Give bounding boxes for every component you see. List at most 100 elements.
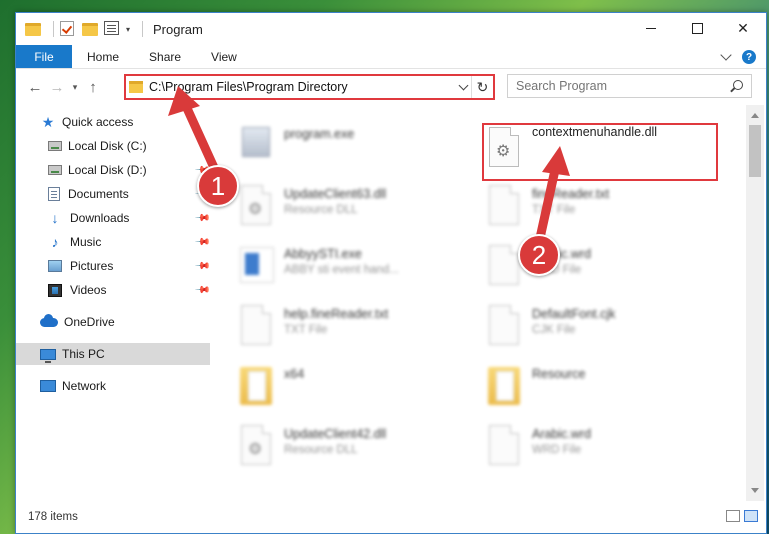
sidebar-item-videos[interactable]: Videos 📌	[16, 279, 210, 301]
recent-locations-chevron-icon[interactable]: ▾	[68, 76, 82, 98]
drive-icon	[48, 165, 62, 175]
up-arrow-icon[interactable]: ↑	[82, 76, 104, 98]
pc-icon	[40, 348, 56, 363]
search-input[interactable]	[516, 79, 716, 93]
sidebar-item-label: OneDrive	[64, 315, 115, 329]
folder-icon	[25, 21, 41, 37]
item-count: 178 items	[28, 511, 78, 523]
sidebar-item-quick-access[interactable]: ★ Quick access	[16, 111, 210, 133]
details-view-icon[interactable]	[726, 510, 740, 522]
file-item[interactable]: program.exe	[238, 123, 354, 169]
sidebar-item-onedrive[interactable]: OneDrive	[16, 311, 210, 333]
toolbar-separator	[53, 21, 54, 37]
tab-file[interactable]: File	[16, 45, 72, 68]
tab-view[interactable]: View	[196, 45, 252, 68]
back-arrow-icon[interactable]: ←	[24, 76, 46, 98]
new-folder-icon[interactable]	[82, 21, 98, 37]
sidebar-item-documents[interactable]: Documents 📌	[16, 183, 210, 205]
file-name: fineReader.txt	[532, 187, 610, 201]
file-list: program.exe contextmenuhandle.dll Update…	[212, 105, 744, 500]
customize-toolbar-dropdown-icon[interactable]: ▾	[126, 25, 130, 34]
pin-icon[interactable]: 📌	[193, 234, 210, 251]
document-icon	[486, 183, 522, 229]
maximize-button[interactable]	[674, 13, 720, 43]
title-bar: ▾ Program ✕	[16, 13, 766, 45]
scroll-up-icon[interactable]	[751, 113, 759, 118]
help-icon[interactable]: ?	[742, 50, 756, 64]
expand-ribbon-chevron-icon[interactable]	[720, 49, 732, 61]
sidebar-item-label: Downloads	[70, 211, 130, 225]
file-type: TXT File	[532, 204, 576, 216]
search-icon[interactable]	[733, 80, 743, 90]
properties-icon[interactable]	[104, 21, 120, 37]
search-box[interactable]	[507, 74, 752, 98]
quick-access-toolbar: ▾ Program	[16, 21, 203, 37]
sidebar-item-label: Pictures	[70, 259, 114, 273]
sidebar-item-label: Network	[62, 379, 107, 393]
file-item[interactable]: x64	[238, 363, 304, 409]
sidebar-item-label: Quick access	[62, 115, 134, 129]
sidebar-item-pictures[interactable]: Pictures 📌	[16, 255, 210, 277]
file-item[interactable]: UpdateClient63.dll Resource DLL	[238, 183, 386, 229]
file-type: CJK File	[532, 324, 576, 336]
step-marker-1: 1	[197, 165, 239, 207]
navigation-pane: ★ Quick access Local Disk (C:) Local Dis…	[16, 111, 210, 501]
pictures-icon	[48, 260, 62, 272]
file-item[interactable]: Resource	[486, 363, 586, 409]
sidebar-item-downloads[interactable]: ↓ Downloads 📌	[16, 207, 211, 229]
sidebar-item-label: Videos	[70, 283, 107, 297]
properties-check-icon[interactable]	[60, 21, 76, 37]
file-name: AbbyySTI.exe	[284, 247, 362, 261]
file-type: TXT File	[284, 324, 328, 336]
explorer-window: ▾ Program ✕ File Home Share View ? ← → ▾…	[15, 12, 767, 534]
file-item[interactable]: Arabic.wrd WRD File	[486, 423, 591, 469]
file-item[interactable]: AbbyySTI.exe ABBY sti event hand...	[238, 243, 399, 289]
pin-icon[interactable]: 📌	[193, 210, 210, 227]
document-icon	[486, 423, 522, 469]
large-icons-view-icon[interactable]	[744, 510, 758, 522]
close-icon: ✕	[737, 19, 749, 36]
tab-home[interactable]: Home	[72, 45, 134, 68]
navigation-bar: ← → ▾ ↑ C:\Program Files\Program Directo…	[16, 73, 766, 101]
forward-arrow-icon[interactable]: →	[46, 76, 68, 98]
tab-share[interactable]: Share	[134, 45, 196, 68]
file-item[interactable]: fineReader.txt TXT File	[486, 183, 609, 229]
drive-icon	[48, 141, 62, 151]
address-bar[interactable]: C:\Program Files\Program Directory ↻	[124, 74, 495, 100]
folder-icon	[238, 363, 274, 409]
address-path[interactable]: C:\Program Files\Program Directory	[149, 80, 348, 94]
file-name: Arabic.wrd	[532, 427, 592, 441]
pin-icon[interactable]: 📌	[193, 282, 210, 299]
vertical-scrollbar[interactable]	[746, 105, 764, 501]
close-button[interactable]: ✕	[720, 13, 766, 43]
address-dropdown-icon[interactable]	[458, 80, 469, 91]
sidebar-item-network[interactable]: Network	[16, 375, 210, 397]
dll-gear-icon	[238, 183, 274, 229]
folder-icon	[129, 81, 143, 93]
file-type: Resource DLL	[284, 204, 358, 216]
sidebar-item-music[interactable]: ♪ Music 📌	[16, 231, 211, 253]
pin-icon[interactable]: 📌	[193, 258, 210, 275]
sidebar-item-local-disk-d[interactable]: Local Disk (D:) 📌	[16, 159, 210, 181]
network-icon	[40, 380, 56, 392]
scrollbar-thumb[interactable]	[749, 125, 761, 177]
sidebar-item-label: Music	[70, 235, 102, 249]
sidebar-item-label: This PC	[62, 347, 105, 361]
window-title: Program	[153, 21, 203, 37]
file-name: x64	[284, 367, 305, 381]
status-bar: 178 items	[16, 503, 766, 531]
sidebar-item-local-disk-c[interactable]: Local Disk (C:)	[16, 135, 210, 157]
view-toggle	[726, 510, 758, 522]
sidebar-item-this-pc[interactable]: This PC	[16, 343, 210, 365]
file-name: program.exe	[284, 127, 355, 141]
refresh-icon[interactable]: ↻	[471, 76, 493, 98]
toolbar-separator	[142, 21, 144, 37]
sidebar-item-label: Local Disk (C:)	[68, 139, 147, 153]
folder-icon	[486, 363, 522, 409]
file-item[interactable]: UpdateClient42.dll Resource DLL	[238, 423, 386, 469]
file-name: Resource	[532, 367, 586, 381]
scroll-down-icon[interactable]	[751, 488, 759, 493]
file-item[interactable]: DefaultFont.cjk CJK File	[486, 303, 615, 349]
file-item[interactable]: help.fineReader.txt TXT File	[238, 303, 388, 349]
minimize-button[interactable]	[628, 13, 674, 43]
